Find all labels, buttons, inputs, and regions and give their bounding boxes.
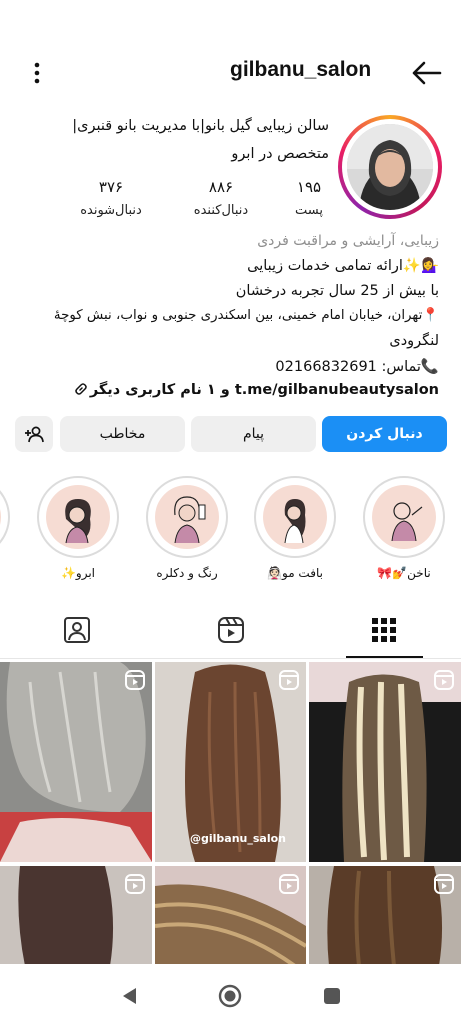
post-watermark: @gilbanu_salon — [190, 832, 287, 845]
reel-badge-icon — [279, 670, 299, 690]
tabs-divider — [0, 658, 461, 659]
reel-badge-icon — [125, 670, 145, 690]
active-tab-indicator — [346, 656, 423, 658]
nav-back-icon[interactable] — [120, 986, 138, 1006]
bio-line-2: با بیش از 25 سال تجربه درخشان — [235, 283, 439, 299]
highlight-partial[interactable] — [0, 476, 14, 586]
reel-badge-icon — [279, 874, 299, 894]
stat-followers-value: ۸۸۶ — [208, 178, 234, 196]
reel-badge-icon — [434, 874, 454, 894]
highlight-color-bleach-image — [157, 487, 217, 547]
nav-recents-icon[interactable] — [323, 987, 341, 1005]
link-icon — [75, 383, 87, 395]
stat-posts[interactable]: ۱۹۵ پست — [264, 178, 354, 218]
stat-followers[interactable]: ۸۸۶ دنبال‌کننده — [176, 178, 266, 218]
highlight-nails[interactable]: ناخن💅🎀 — [359, 476, 449, 586]
bio-phone[interactable]: 📞تماس: 02166832691 — [275, 358, 439, 375]
reel-badge-icon — [125, 874, 145, 894]
nav-home-icon[interactable] — [218, 984, 242, 1008]
post-image-1 — [0, 662, 152, 862]
post-thumbnail-1[interactable] — [0, 662, 152, 862]
highlight-nails-label: ناخن💅🎀 — [377, 566, 431, 580]
more-options-icon[interactable] — [30, 62, 44, 84]
highlight-color-bleach-label: رنگ و دکلره — [156, 566, 218, 580]
highlight-eyebrow[interactable]: ابرو✨ — [33, 476, 123, 586]
post-thumbnail-4[interactable] — [0, 866, 152, 966]
highlight-color-bleach[interactable]: رنگ و دکلره — [142, 476, 232, 586]
reel-badge-icon — [434, 670, 454, 690]
message-button[interactable]: پیام — [191, 416, 316, 452]
add-person-button[interactable] — [15, 416, 53, 452]
highlight-eyebrow-image — [48, 487, 108, 547]
tagged-tab-icon[interactable] — [63, 616, 91, 644]
bio-link-text[interactable]: t.me/gilbanubeautysalon و ۱ نام کاربری د… — [90, 382, 439, 398]
back-arrow-icon[interactable] — [410, 60, 444, 86]
bio-link[interactable]: t.me/gilbanubeautysalon و ۱ نام کاربری د… — [74, 382, 439, 398]
bio-line-3: 📍تهران، خیابان امام خمینی، بین اسکندری ج… — [53, 308, 439, 323]
stat-following-label: دنبال‌شونده — [80, 203, 142, 218]
highlight-hair-weave-label: بافت مو👰🏻 — [267, 566, 323, 580]
stat-followers-label: دنبال‌کننده — [193, 203, 249, 218]
highlight-eyebrow-label: ابرو✨ — [60, 566, 96, 580]
profile-title-line-2: متخصص در ابرو — [231, 146, 329, 162]
profile-avatar — [347, 124, 433, 210]
post-thumbnail-3[interactable] — [309, 662, 461, 862]
add-person-icon — [25, 426, 44, 443]
contact-button[interactable]: مخاطب — [60, 416, 185, 452]
highlight-hair-weave[interactable]: بافت مو👰🏻 — [250, 476, 340, 586]
bio-line-1: 💁‍♀️✨ارائه تمامی خدمات زیبایی — [247, 258, 439, 274]
reels-tab-icon[interactable] — [217, 616, 245, 644]
stat-posts-label: پست — [295, 203, 323, 218]
follow-button[interactable]: دنبال کردن — [322, 416, 447, 452]
post-thumbnail-5[interactable] — [155, 866, 306, 966]
highlight-hair-weave-image — [265, 487, 325, 547]
profile-username: gilbanu_salon — [230, 58, 372, 81]
system-navigation-bar — [0, 964, 461, 1024]
bio-category: زیبایی، آرایشی و مراقبت فردی — [257, 233, 439, 249]
profile-title-line-1: سالن زیبایی گیل بانو|با مدیریت بانو قنبر… — [72, 118, 329, 134]
stat-following-value: ۳۷۶ — [98, 178, 124, 196]
stat-posts-value: ۱۹۵ — [296, 178, 322, 196]
bio-line-4: لنگرودی — [389, 333, 439, 349]
post-thumbnail-6[interactable] — [309, 866, 461, 966]
stat-following[interactable]: ۳۷۶ دنبال‌شونده — [66, 178, 156, 218]
grid-tab-icon[interactable] — [370, 616, 398, 644]
post-thumbnail-2[interactable]: @gilbanu_salon — [155, 662, 306, 862]
highlight-nails-image — [374, 487, 434, 547]
post-image-3 — [309, 662, 461, 862]
